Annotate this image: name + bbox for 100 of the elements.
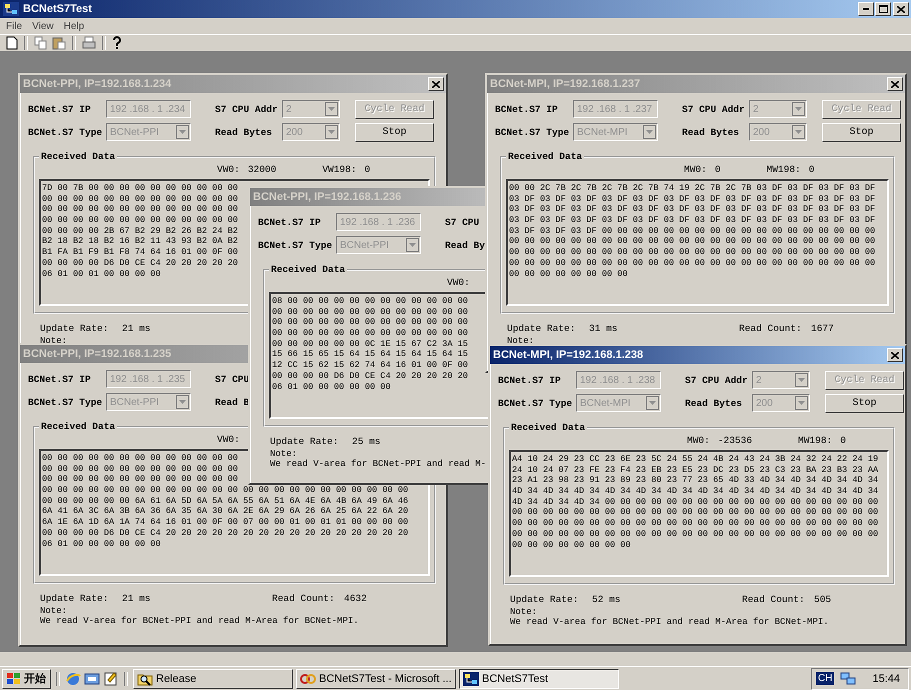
- hex-data-line: 03 DF 03 DF 03 DF 00 00 00 00 00 00 00 00 00 00 00 00 00 00 00 00 00 00: [509, 226, 876, 236]
- maximize-icon: [878, 5, 888, 13]
- read-count-label: Read Count:: [742, 594, 806, 604]
- hex-data-line: 03 DF 03 DF 03 DF 03 DF 03 DF 03 DF 03 DF 03 DF 03 DF 03 DF 03 DF 03 DF: [509, 194, 876, 204]
- hex-data-line: 00 00 00 00 00 00 00 00 00 00 00 00 00: [272, 317, 468, 328]
- note-text: We read V-area for BCNet-PPI and read M-Area for BCNet-MPI.: [510, 617, 829, 627]
- field-label: S7 CPU Addr: [682, 104, 745, 114]
- hex-data-line: 4D 34 4D 34 4D 34 4D 34 4D 34 4D 34 4D 34 4D 34 4D 34 4D 34 4D 34 4D 34: [512, 486, 878, 497]
- hex-data-line: 6A 41 6A 3C 6A 3B 6A 36 6A 35 6A 30 6A 2E 6A 29 6A 26 6A 25 6A 22 6A 20: [42, 506, 408, 518]
- reading-label: MW198:: [798, 434, 832, 446]
- dropdown-field[interactable]: 2: [282, 100, 340, 118]
- window-title: BCNet-PPI, IP=192.168.1.234: [23, 78, 172, 90]
- data-text-area[interactable]: [509, 450, 889, 577]
- copy-icon[interactable]: [34, 36, 48, 50]
- dropdown-field[interactable]: 2: [752, 371, 810, 389]
- dropdown-field[interactable]: 200: [282, 123, 340, 141]
- close-icon: [897, 6, 905, 12]
- window-title: BCNet-PPI, IP=192.168.1.236: [253, 191, 402, 203]
- field-label: BCNet.S7 IP: [28, 104, 92, 114]
- field-label: Read Bytes: [682, 126, 740, 138]
- field-label: BCNet.S7 IP: [28, 374, 92, 384]
- dropdown-field[interactable]: BCNet-PPI: [106, 393, 191, 411]
- hex-data-line: 06 01 00 01 00 00 00 00: [42, 268, 161, 280]
- printer-icon[interactable]: [82, 36, 96, 50]
- hex-data-line: 03 DF 03 DF 03 DF 03 DF 03 DF 03 DF 03 DF 03 DF 03 DF 03 DF 03 DF 03 DF: [509, 215, 876, 226]
- reading-label: VW0:: [447, 276, 470, 288]
- desktop-icon[interactable]: [84, 670, 100, 686]
- start-button[interactable]: 开始: [2, 668, 51, 688]
- field-label: BCNet.S7 Type: [498, 398, 574, 408]
- dropdown-field[interactable]: BCNet-MPI: [576, 394, 661, 412]
- field-label: BCNet.S7 Type: [258, 240, 334, 250]
- notepad-icon[interactable]: [103, 670, 119, 686]
- field-label: Read Bytes: [215, 126, 272, 138]
- read-count-label: Read Count:: [272, 592, 336, 604]
- update-rate-value: 21 ms: [122, 592, 152, 604]
- taskbar-button[interactable]: BCNetS7Test: [459, 668, 619, 688]
- dropdown-field[interactable]: BCNet-PPI: [106, 123, 191, 141]
- close-icon: [891, 80, 899, 88]
- close-button[interactable]: [887, 77, 903, 91]
- network-icon[interactable]: [840, 672, 856, 686]
- stop-button[interactable]: Stop: [825, 394, 904, 412]
- taskbar-button[interactable]: BCNetS7Test - Microsoft ...: [296, 668, 456, 688]
- close-button[interactable]: [428, 77, 444, 91]
- dropdown-field[interactable]: 2: [749, 100, 807, 118]
- group-label: Received Data: [270, 264, 346, 275]
- hex-data-line: 00 00 00 00 00 00 00 00 00 00 00 00 00 00 00 00 00 00 00 00 00 00 00 00: [509, 236, 876, 248]
- menu-item[interactable]: View: [32, 20, 54, 32]
- data-text-area[interactable]: [506, 179, 889, 306]
- field-label: BCNet.S7 Type: [495, 126, 570, 138]
- reading-value: 32000: [248, 164, 276, 174]
- maximize-button[interactable]: [875, 2, 891, 16]
- note-label: Note:: [40, 336, 68, 346]
- field-label: BCNet.S7 IP: [495, 104, 559, 114]
- field-label: S7 CPU Addr: [215, 104, 278, 114]
- help-icon[interactable]: [112, 36, 122, 50]
- dropdown-field[interactable]: 200: [752, 394, 810, 412]
- hex-data-line: 06 01 00 00 00 00 00 00: [42, 538, 161, 550]
- hex-data-line: 00 00 00 00 00 00 0C 1E 15 67 C2 3A 15: [272, 338, 468, 350]
- hex-data-line: 00 00 00 00 00 00 00 00 00 00 00 00 00: [42, 194, 238, 204]
- update-rate-label: Update Rate:: [40, 592, 110, 604]
- dropdown-field[interactable]: 200: [749, 123, 807, 141]
- hex-data-line: 00 00 00 00 00 00 00 00 00 00 00 00 00 00 00 00 00 00 00 00 00 00 00 00: [42, 485, 408, 496]
- minimize-icon: [863, 8, 869, 10]
- stop-button[interactable]: Stop: [822, 122, 901, 142]
- note-text: We read V-area for BCNet-PPI and read M-Area for BCNet-MPI.: [40, 616, 359, 626]
- hex-data-line: 00 00 00 00 00 00 00 00: [512, 540, 631, 550]
- stop-button[interactable]: Stop: [355, 122, 434, 142]
- dropdown-field[interactable]: BCNet-MPI: [573, 123, 658, 141]
- field-label: Read By: [445, 240, 485, 250]
- close-button[interactable]: [893, 2, 909, 16]
- close-icon: [432, 80, 440, 88]
- hex-data-line: 00 00 00 00 D6 D0 CE C4 20 20 20 20 20: [272, 370, 468, 382]
- field-label: Read Bytes: [685, 398, 742, 408]
- minimize-button[interactable]: [858, 2, 874, 16]
- hex-data-line: 00 00 00 00 00 00 00 00 00 00 00 00 00 00 00 00 00 00 00 00 00 00 00 00: [509, 247, 876, 258]
- hex-data-line: 00 00 00 00 2B 67 B2 29 B2 26 B2 24 B2: [42, 226, 238, 236]
- hex-data-line: 00 00 00 00 D6 D0 CE C4 20 20 20 20 20: [42, 258, 238, 268]
- hex-data-line: 00 00 2C 7B 2C 7B 2C 7B 2C 7B 74 19 2C 7B 2C 7B 03 DF 03 DF 03 DF 03 DF: [509, 183, 876, 194]
- update-rate-value: 52 ms: [592, 594, 622, 604]
- update-rate-value: 31 ms: [589, 322, 619, 334]
- note-label: Note:: [270, 449, 298, 459]
- rings-icon: [300, 672, 316, 686]
- close-button[interactable]: [887, 348, 903, 362]
- paste-icon[interactable]: [52, 36, 66, 50]
- hex-data-line: 00 00 00 00 00 00 00 00 00 00 00 00 00 00 00 00 00 00 00 00 00 00 00 00: [512, 507, 878, 518]
- dropdown-field[interactable]: BCNet-PPI: [336, 236, 421, 254]
- menu-item[interactable]: File: [6, 20, 22, 32]
- new-document-icon[interactable]: [6, 36, 18, 50]
- note-text: We read V-area for BCNet-PPI and read M-: [270, 459, 486, 469]
- menu-item[interactable]: Help: [64, 20, 84, 32]
- group-label: Received Data: [40, 151, 116, 162]
- field-label: S7 CPU Addr: [685, 374, 748, 386]
- note-label: Note:: [507, 336, 534, 346]
- windows-flag-icon: [7, 672, 21, 684]
- taskbar-button[interactable]: Release: [133, 668, 293, 688]
- hex-data-line: 6A 1E 6A 1D 6A 1A 74 64 16 01 00 0F 00 07 00 00 01 00 01 01 00 00 00 00: [42, 517, 408, 528]
- hex-data-line: 00 00 00 00 00 00 00 00 00 00 00 00 00: [42, 453, 238, 464]
- hex-data-line: 00 00 00 00 00 00 00 00 00 00 00 00 00: [272, 306, 468, 318]
- hex-data-line: 12 CC 15 62 15 62 74 64 16 01 00 0F 00: [272, 360, 468, 371]
- language-indicator[interactable]: CH: [816, 672, 834, 685]
